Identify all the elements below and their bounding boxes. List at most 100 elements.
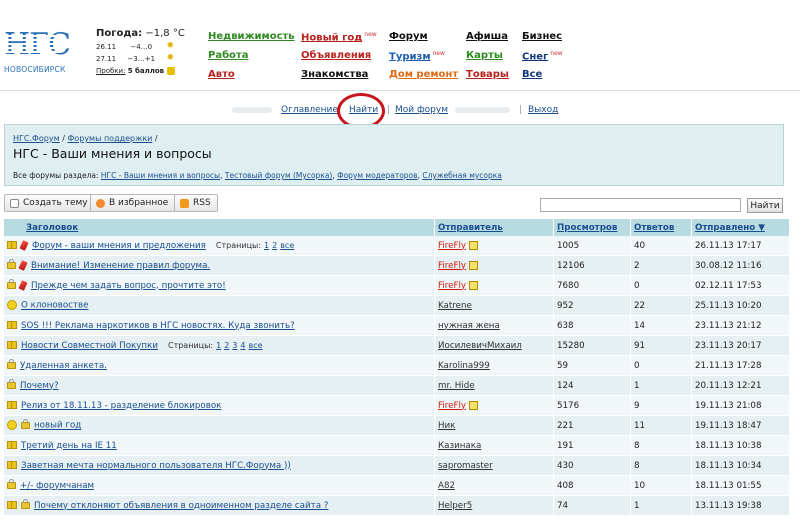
menu-dating[interactable]: Знакомства [301, 69, 368, 80]
add-favorite-button[interactable]: В избранное [90, 194, 176, 212]
views-cell: 59 [553, 355, 631, 376]
topic-book-icon [7, 321, 17, 329]
section-forum-link[interactable]: НГС - Ваши мнения и вопросы [101, 171, 220, 180]
author-link[interactable]: mr. Hide [438, 381, 475, 391]
create-topic-button[interactable]: Создать тему [4, 194, 95, 212]
date-cell: 30.08.12 11:16 [691, 255, 790, 276]
menu-forum[interactable]: Форум [389, 31, 428, 42]
replies-cell: 0 [630, 355, 692, 376]
header-author[interactable]: Отправитель [434, 219, 554, 236]
menu-goods[interactable]: Товары [466, 69, 509, 80]
new-badge: new [550, 50, 563, 57]
section-forum-link[interactable]: Форум модераторов [337, 171, 417, 180]
page-link[interactable]: все [248, 341, 262, 350]
smiley-icon [7, 300, 17, 311]
rss-button[interactable]: RSS [174, 194, 218, 212]
table-row: новый год Ник 221 11 19.11.13 18:47 [4, 415, 790, 436]
topic-cell: Новости Совместной Покупки Страницы: 1 2 3 4 в… [4, 335, 435, 356]
topic-link[interactable]: SOS !!! Реклама наркотиков в НГС новостя… [21, 321, 295, 331]
topic-link[interactable]: Внимание! Изменение правил форума. [31, 261, 210, 271]
author-link[interactable]: A82 [438, 481, 455, 491]
header-replies[interactable]: Ответов [630, 219, 692, 236]
header-title[interactable]: Заголовок [4, 219, 435, 236]
author-link[interactable]: sapromaster [438, 461, 493, 471]
page-link[interactable]: 1 [216, 341, 221, 350]
crumb-ngs-forum[interactable]: НГС.Форум [13, 134, 60, 143]
author-link[interactable]: FireFly [438, 401, 466, 411]
header-views[interactable]: Просмотров [553, 219, 631, 236]
author-cell: нужная жена [434, 315, 554, 336]
menu-maps[interactable]: Карты [466, 50, 503, 61]
author-link[interactable]: FireFly [438, 261, 466, 271]
table-row: Внимание! Изменение правил форума. FireFl… [4, 255, 790, 276]
page-link[interactable]: 2 [272, 241, 277, 250]
menu-home[interactable]: Дом ремонт [389, 69, 458, 80]
topic-cell: Релиз от 18.11.13 - разделение блокирово… [4, 395, 435, 416]
author-link[interactable]: FireFly [438, 281, 466, 291]
section-forum-link[interactable]: Служебная мусорка [422, 171, 502, 180]
menu-new-year[interactable]: Новый год [301, 32, 362, 43]
search-input[interactable] [540, 198, 741, 212]
author-cell: FireFly [434, 275, 554, 296]
traffic-widget[interactable]: Пробки: 5 баллов [96, 67, 196, 75]
topic-link[interactable]: Третий день на IE 11 [21, 441, 117, 451]
topic-link[interactable]: Почему? [20, 381, 59, 391]
logout-link[interactable]: Выход [528, 105, 558, 115]
author-link[interactable]: Helper5 [438, 501, 472, 511]
menu-jobs[interactable]: Работа [208, 50, 248, 61]
page-link[interactable]: 4 [240, 341, 245, 350]
topic-pages: Страницы: 1 2 все [215, 240, 295, 250]
topic-link[interactable]: Новости Совместной Покупки [21, 341, 158, 351]
section-forum-link[interactable]: Тестовый форум (Мусорка) [225, 171, 332, 180]
weather-label[interactable]: Погода: [96, 28, 142, 39]
menu-snow[interactable]: Снег [522, 51, 548, 62]
my-forum-link[interactable]: Мой форум [395, 105, 448, 115]
author-link[interactable]: Казинака [438, 441, 481, 451]
menu-auto[interactable]: Авто [208, 69, 235, 80]
page-link[interactable]: 2 [224, 341, 229, 350]
crumb-support[interactable]: Форумы поддержки [67, 134, 152, 143]
topic-link[interactable]: новый год [34, 421, 81, 431]
menu-afisha[interactable]: Афиша [466, 31, 508, 42]
author-link[interactable]: Katrene [438, 301, 472, 311]
page-link[interactable]: 3 [232, 341, 237, 350]
rss-icon [180, 198, 189, 208]
topic-link[interactable]: Релиз от 18.11.13 - разделение блокирово… [21, 401, 221, 411]
menu-business[interactable]: Бизнес [522, 31, 562, 42]
page-link[interactable]: все [280, 241, 294, 250]
topic-link[interactable]: Прежде чем задать вопрос, прочтите это! [31, 281, 226, 291]
table-row: SOS !!! Реклама наркотиков в НГС новостя… [4, 315, 790, 336]
table-row: Релиз от 18.11.13 - разделение блокирово… [4, 395, 790, 416]
replies-cell: 8 [630, 435, 692, 456]
menu-ads[interactable]: Объявления [301, 50, 371, 61]
topic-cell: Почему отклоняют объявления в одноименно… [4, 495, 435, 516]
topic-cell: Прежде чем задать вопрос, прочтите это! [4, 275, 435, 296]
topic-link[interactable]: Заветная мечта нормального пользователя … [21, 461, 291, 471]
menu-tourism[interactable]: Туризм [389, 51, 431, 62]
ngs-logo[interactable]: НГС НОВОСИБИРСК [4, 30, 71, 82]
author-link[interactable]: ИосилевичМихаил [438, 341, 522, 351]
replies-cell: 14 [630, 315, 692, 336]
search-button[interactable]: Найти [747, 198, 783, 213]
new-badge: new [364, 31, 377, 38]
menu-realty[interactable]: Недвижимость [208, 31, 295, 42]
replies-cell: 11 [630, 415, 692, 436]
new-topic-icon [10, 198, 19, 208]
header-sent[interactable]: Отправлено ▼ [691, 219, 790, 236]
page-link[interactable]: 1 [264, 241, 269, 250]
author-link[interactable]: Karolina999 [438, 361, 490, 371]
menu-all[interactable]: Все [522, 69, 542, 80]
topic-link[interactable]: О клоновостве [21, 301, 88, 311]
topic-link[interactable]: Почему отклоняют объявления в одноименно… [34, 501, 328, 511]
author-link[interactable]: нужная жена [438, 321, 500, 331]
table-row: Прежде чем задать вопрос, прочтите это! F… [4, 275, 790, 296]
section-forums: Все форумы раздела: НГС - Ваши мнения и … [13, 171, 502, 180]
topic-link[interactable]: +/- форумчанам [20, 481, 94, 491]
table-row: Удаленная анкета. Karolina999 59 0 21.11.13 … [4, 355, 790, 376]
topic-link[interactable]: Удаленная анкета. [20, 361, 107, 371]
toc-link[interactable]: Оглавление [281, 105, 338, 115]
menu-col-5: Бизнес Снег new Все [522, 31, 563, 88]
author-link[interactable]: FireFly [438, 241, 466, 251]
author-link[interactable]: Ник [438, 421, 455, 431]
topic-link[interactable]: Форум - ваши мнения и предложения [32, 241, 206, 251]
